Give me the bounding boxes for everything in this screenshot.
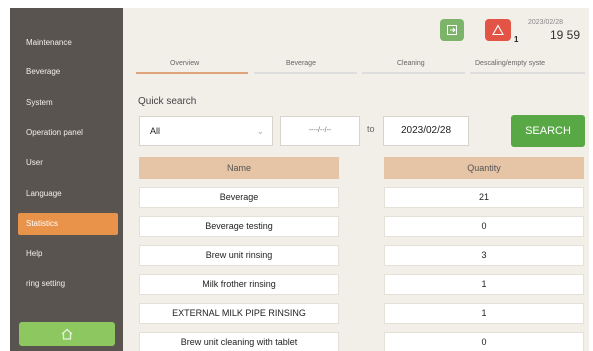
exit-icon [447, 25, 457, 35]
exit-button[interactable] [440, 19, 464, 41]
status-date: 2023/02/28 [528, 19, 564, 26]
alarm-count-badge: 1 [514, 35, 519, 44]
to-label: to [367, 124, 375, 134]
tab-overview[interactable]: Overview [170, 60, 199, 67]
table-row-quantity: 3 [384, 245, 584, 266]
sidebar-item-beverage[interactable]: Beverage [18, 61, 118, 83]
tab-descaling[interactable]: Descaling/empty syste [475, 60, 545, 67]
table-row-name: Beverage testing [139, 216, 339, 237]
alarm-button[interactable] [485, 19, 511, 41]
column-header-quantity: Quantity [384, 157, 584, 179]
status-time: 19 59 [550, 28, 581, 42]
search-button[interactable]: SEARCH [511, 115, 585, 147]
sidebar-item-help[interactable]: Help [18, 243, 118, 265]
date-from-input[interactable]: ----/--/-- [280, 116, 360, 146]
sidebar-item-maintenance[interactable]: Maintenance [18, 32, 118, 54]
tab-underline [362, 72, 465, 74]
table-row-quantity: 1 [384, 303, 584, 324]
tab-underline [254, 72, 357, 74]
home-button[interactable] [19, 322, 115, 346]
tab-beverage[interactable]: Beverage [286, 60, 316, 67]
sidebar-item-language[interactable]: Language [18, 183, 118, 205]
sidebar: Maintenance Beverage System Operation pa… [10, 8, 123, 351]
tab-active-underline [136, 72, 248, 74]
quick-search-label: Quick search [138, 96, 197, 107]
sidebar-item-system[interactable]: System [18, 92, 118, 114]
table-row-quantity: 0 [384, 216, 584, 237]
sidebar-item-operation-panel[interactable]: Operation panel [18, 122, 118, 144]
chevron-down-icon: ⌄ [256, 126, 264, 136]
sidebar-item-user[interactable]: User [18, 152, 118, 174]
tab-underline [470, 72, 585, 74]
table-row-name: Brew unit rinsing [139, 245, 339, 266]
table-row-name: Beverage [139, 187, 339, 208]
date-to-input[interactable]: 2023/02/28 [383, 116, 469, 146]
filter-select-value: All [150, 126, 161, 136]
sidebar-item-statistics[interactable]: Statistics [18, 213, 118, 235]
home-icon [61, 328, 73, 340]
sidebar-item-ring-setting[interactable]: ring setting [18, 273, 118, 295]
table-row-quantity: 21 [384, 187, 584, 208]
table-row-quantity: 0 [384, 332, 584, 351]
table-row-name: EXTERNAL MILK PIPE RINSING [139, 303, 339, 324]
column-header-name: Name [139, 157, 339, 179]
table-row-name: Milk frother rinsing [139, 274, 339, 295]
tab-cleaning[interactable]: Cleaning [397, 60, 425, 67]
table-row-quantity: 1 [384, 274, 584, 295]
warning-icon [492, 24, 504, 36]
table-row-name: Brew unit cleaning with tablet [139, 332, 339, 351]
filter-select[interactable]: All ⌄ [139, 116, 273, 146]
